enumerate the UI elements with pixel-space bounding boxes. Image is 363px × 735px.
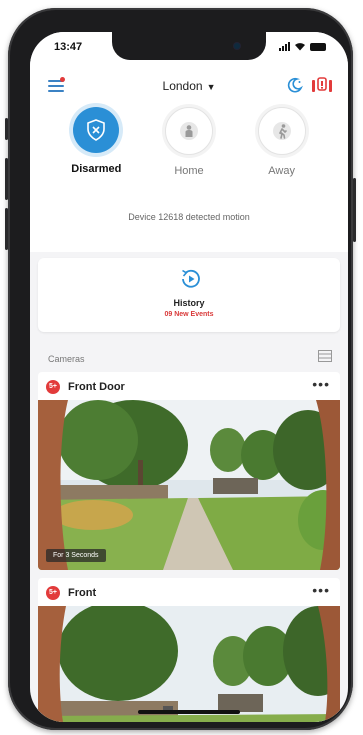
event-count-badge: 5+ bbox=[46, 380, 60, 394]
camera-name: Front Door bbox=[68, 381, 125, 393]
mode-away[interactable]: Away bbox=[247, 107, 317, 177]
mode-away-label: Away bbox=[268, 165, 295, 177]
camera-card-header: 5+ Front ••• bbox=[38, 578, 340, 606]
history-title: History bbox=[173, 298, 205, 308]
security-mode-selector: Disarmed Home Away bbox=[30, 107, 348, 177]
mode-disarmed-circle bbox=[73, 107, 120, 153]
cellular-signal-icon bbox=[279, 42, 290, 51]
app-header: London ▼ Disarmed Home Away Device 12618… bbox=[30, 62, 348, 252]
volume-up-button bbox=[5, 158, 8, 200]
list-view-icon[interactable] bbox=[318, 350, 332, 362]
camera-snapshot-image bbox=[38, 606, 340, 722]
night-mode-icon[interactable] bbox=[286, 76, 304, 94]
event-count-badge: 5+ bbox=[46, 586, 60, 600]
mode-home[interactable]: Home bbox=[154, 107, 224, 177]
camera-card-header: 5+ Front Door ••• bbox=[38, 372, 340, 400]
volume-down-button bbox=[5, 208, 8, 250]
screen: 13:47 London ▼ Disarmed Home Away Device… bbox=[30, 32, 348, 722]
wifi-icon bbox=[295, 43, 305, 51]
camera-name: Front bbox=[68, 587, 97, 599]
phone-frame: 13:47 London ▼ Disarmed Home Away Device… bbox=[5, 8, 356, 730]
more-options-icon[interactable]: ••• bbox=[312, 582, 330, 598]
notch bbox=[112, 32, 266, 60]
history-icon bbox=[182, 269, 200, 288]
power-button bbox=[353, 178, 356, 242]
cameras-section-label: Cameras bbox=[48, 354, 85, 364]
battery-icon bbox=[310, 42, 326, 51]
mode-away-circle bbox=[257, 107, 306, 155]
camera-card-front-door[interactable]: 5+ Front Door ••• For 3 Seconds bbox=[38, 372, 340, 570]
camera-feed-front[interactable] bbox=[38, 606, 340, 722]
recording-duration-tag: For 3 Seconds bbox=[46, 549, 106, 562]
mute-switch bbox=[5, 118, 8, 140]
mode-disarmed[interactable]: Disarmed bbox=[61, 107, 131, 177]
home-indicator[interactable] bbox=[138, 710, 240, 714]
chevron-down-icon: ▼ bbox=[206, 82, 216, 92]
shield-off-icon bbox=[87, 119, 106, 141]
status-time: 13:47 bbox=[54, 41, 83, 53]
camera-snapshot-image bbox=[38, 400, 340, 570]
status-message: Device 12618 detected motion bbox=[128, 212, 250, 222]
more-options-icon[interactable]: ••• bbox=[312, 376, 330, 392]
mode-home-label: Home bbox=[174, 165, 204, 177]
person-home-icon bbox=[179, 122, 198, 140]
person-walking-icon bbox=[272, 122, 291, 140]
mode-disarmed-label: Disarmed bbox=[71, 163, 122, 175]
camera-feed-front-door[interactable]: For 3 Seconds bbox=[38, 400, 340, 570]
location-label: London bbox=[162, 79, 203, 93]
panic-alarm-icon[interactable] bbox=[310, 76, 334, 94]
status-icons bbox=[279, 42, 326, 51]
history-card[interactable]: History 09 New Events bbox=[38, 258, 340, 332]
camera-card-front[interactable]: 5+ Front ••• bbox=[38, 578, 340, 722]
history-new-events: 09 New Events bbox=[164, 311, 214, 318]
mode-home-circle bbox=[164, 107, 213, 155]
